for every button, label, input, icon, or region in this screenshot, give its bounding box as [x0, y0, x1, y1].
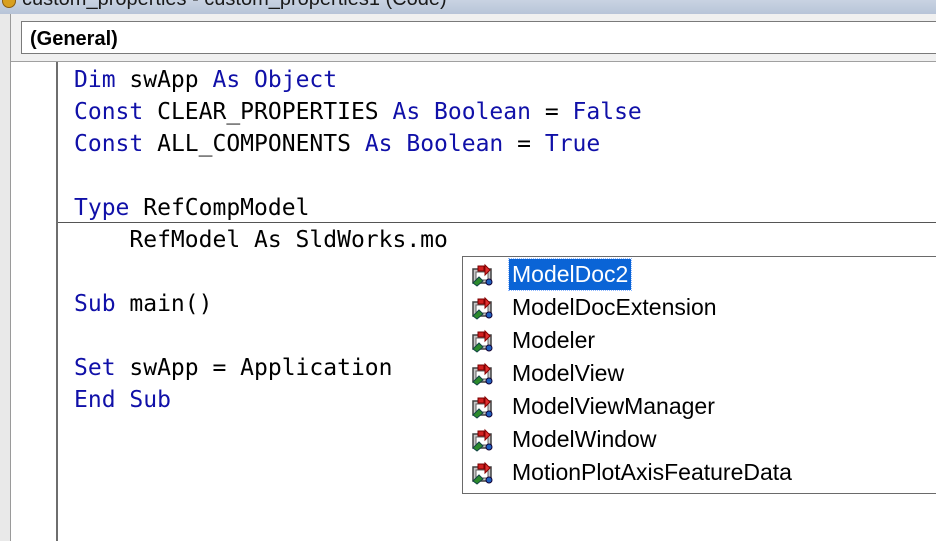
code-text: RefModel As SldWorks.mo — [74, 227, 448, 253]
autocomplete-item[interactable]: ModelViewManager — [463, 390, 936, 423]
code-line[interactable]: End Sub — [74, 384, 171, 416]
autocomplete-item-label: MotionPlotAxisFeatureData — [512, 459, 792, 485]
code-text: swApp — [129, 67, 213, 93]
class-module-icon — [470, 362, 496, 386]
code-line[interactable]: Type RefCompModel — [74, 192, 309, 224]
autocomplete-item[interactable]: ModelWindow — [463, 423, 936, 456]
class-module-icon — [470, 395, 496, 419]
class-module-icon — [470, 428, 496, 452]
code-keyword: True — [544, 131, 601, 157]
class-module-icon — [470, 263, 496, 287]
code-text: swApp = Application — [129, 355, 393, 381]
code-line[interactable]: RefModel As SldWorks.mo — [74, 224, 448, 256]
autocomplete-item[interactable]: MotionPlotAxisFeatureData — [463, 456, 936, 489]
autocomplete-list[interactable]: ModelDoc2 ModelDocExtension Modeler ModelVi… — [462, 256, 936, 494]
code-keyword: Sub — [74, 291, 130, 317]
code-keyword: Type — [74, 195, 144, 221]
code-keyword: Set — [74, 355, 130, 381]
code-line[interactable]: Const ALL_COMPONENTS As Boolean = True — [74, 128, 600, 160]
window-title: custom_properties - custom_properties1 (… — [22, 0, 447, 11]
code-text: RefCompModel — [143, 195, 310, 221]
combo-bar: (General) — [11, 14, 936, 62]
code-keyword: As Boolean — [392, 99, 531, 125]
autocomplete-item[interactable]: Modeler — [463, 324, 936, 357]
code-text: main() — [129, 291, 213, 317]
code-keyword: As Boolean — [364, 131, 504, 157]
object-combo-value: (General) — [30, 28, 118, 50]
code-keyword: Dim — [74, 67, 130, 93]
autocomplete-item-label: ModelDocExtension — [512, 294, 717, 320]
code-line[interactable]: Set swApp = Application — [74, 352, 393, 384]
code-line[interactable]: Dim swApp As Object — [74, 64, 337, 96]
code-keyword: As Object — [212, 67, 338, 93]
class-module-icon — [470, 296, 496, 320]
code-keyword: Const — [74, 131, 158, 157]
code-text: = — [503, 131, 545, 157]
autocomplete-item[interactable]: ModelView — [463, 357, 936, 390]
code-keyword: End Sub — [74, 387, 171, 413]
class-module-icon — [470, 461, 496, 485]
code-text: ALL_COMPONENTS — [157, 131, 365, 157]
module-icon — [2, 0, 16, 8]
margin-indicator-bar[interactable] — [11, 62, 58, 541]
autocomplete-item-label: ModelViewManager — [512, 393, 715, 419]
code-keyword: False — [572, 99, 642, 125]
code-text: CLEAR_PROPERTIES — [157, 99, 393, 125]
autocomplete-item-label: ModelWindow — [512, 426, 657, 452]
code-keyword: Const — [74, 99, 158, 125]
window-titlebar: custom_properties - custom_properties1 (… — [0, 0, 936, 14]
object-combo[interactable]: (General) — [21, 21, 936, 54]
left-frame — [0, 14, 11, 541]
code-text: = — [530, 99, 573, 125]
autocomplete-item-label: ModelDoc2 — [507, 258, 633, 291]
class-module-icon — [470, 329, 496, 353]
code-line[interactable]: Const CLEAR_PROPERTIES As Boolean = Fals… — [74, 96, 642, 128]
autocomplete-item[interactable]: ModelDocExtension — [463, 291, 936, 324]
code-line[interactable]: Sub main() — [74, 288, 212, 320]
autocomplete-item[interactable]: ModelDoc2 — [463, 258, 936, 291]
autocomplete-item-label: Modeler — [512, 327, 596, 353]
autocomplete-item-label: ModelView — [512, 360, 625, 386]
